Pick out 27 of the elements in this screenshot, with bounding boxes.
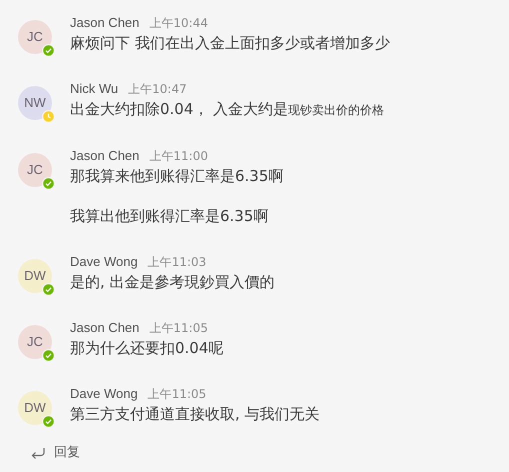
avatar[interactable]: NW [18,86,52,120]
message-text: 那我算来他到账得汇率是6.35啊 [70,166,284,187]
message-time: 上午11:05 [148,386,206,403]
author-name: Dave Wong [70,385,138,403]
avatar[interactable]: DW [18,259,52,293]
message-time: 上午11:05 [149,320,208,337]
reply-button[interactable]: 回复 [54,443,80,462]
author-name: Jason Chen [70,147,140,165]
message-text: 是的, 出金是參考現鈔買入價的 [70,272,275,293]
author-name: Nick Wu [70,80,118,98]
avatar[interactable]: DW [18,391,52,425]
author-name: Jason Chen [70,14,140,32]
avatar[interactable]: JC [18,20,52,54]
message-text: 那为什么还要扣0.04呢 [70,338,224,359]
message-text: 麻烦问下 我们在出入金上面扣多少或者增加多少 [70,33,390,54]
message-time: 上午10:47 [128,81,187,98]
reply-icon[interactable] [30,446,46,459]
message-time: 上午11:03 [148,254,206,271]
message-time: 上午10:44 [149,15,208,32]
message-text: 出金大约扣除0.04， 入金大约是现钞卖出价的价格 [70,99,384,120]
message-text: 第三方支付通道直接收取, 与我们无关 [70,404,320,425]
message-text: 我算出他到账得汇率是6.35啊 [70,206,270,227]
message-time: 上午11:00 [149,148,208,165]
avatar[interactable]: JC [18,153,52,187]
author-name: Jason Chen [70,319,140,337]
author-name: Dave Wong [70,253,138,271]
avatar[interactable]: JC [18,325,52,359]
